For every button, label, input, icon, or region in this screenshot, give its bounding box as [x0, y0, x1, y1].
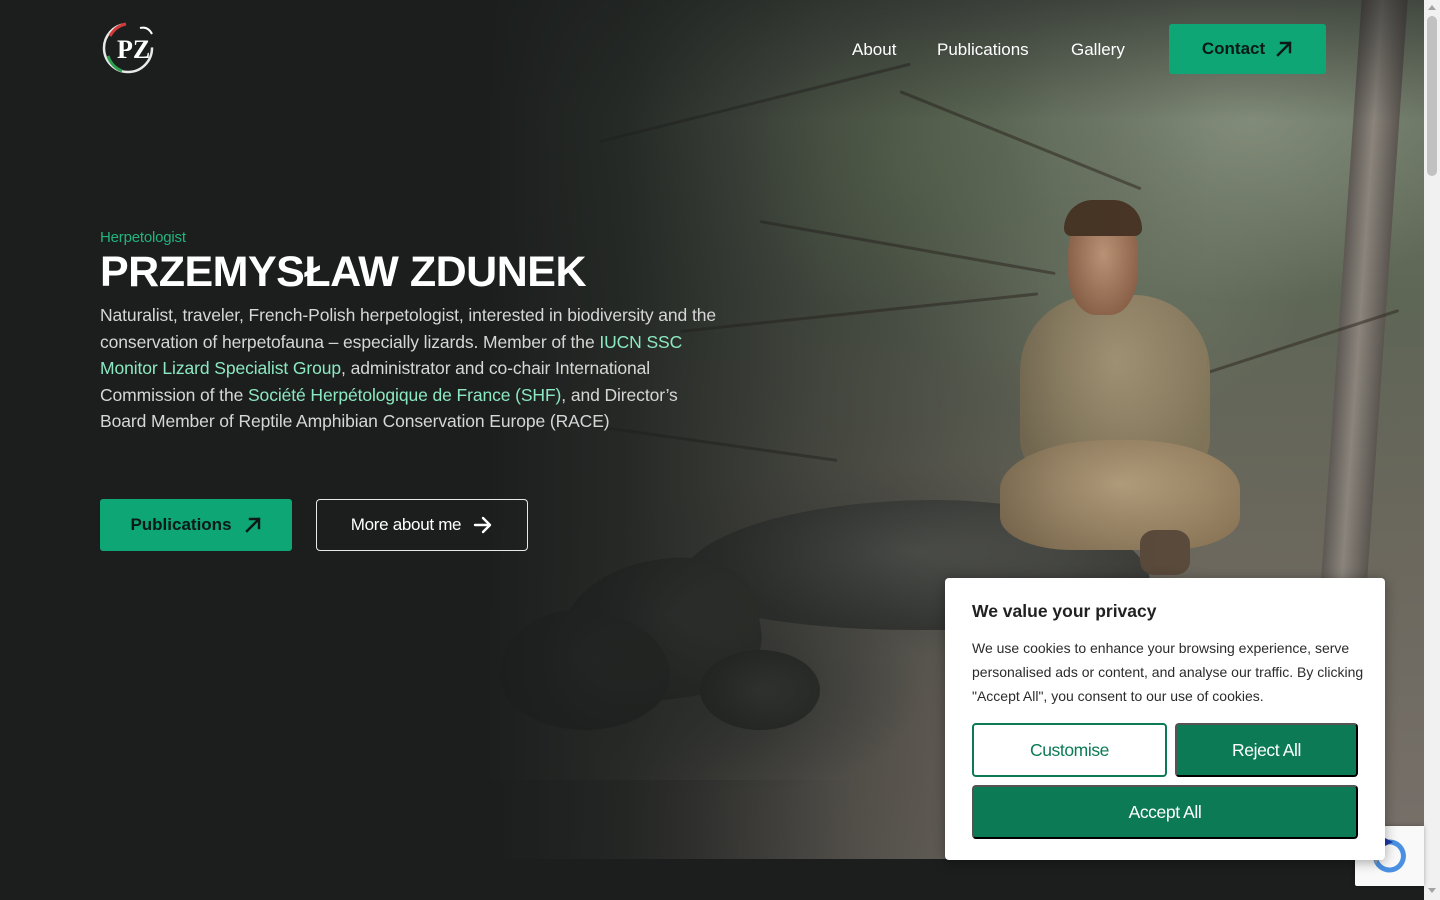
cookie-accept-all-button[interactable]: Accept All: [972, 785, 1358, 839]
publications-button[interactable]: Publications: [100, 499, 292, 551]
more-about-me-button[interactable]: More about me: [316, 499, 528, 551]
contact-button[interactable]: Contact: [1169, 24, 1326, 74]
hero-eyebrow: Herpetologist: [100, 229, 186, 246]
cookie-reject-all-button[interactable]: Reject All: [1175, 723, 1358, 777]
cookie-consent-banner: We value your privacy We use cookies to …: [945, 578, 1385, 860]
publications-button-label: Publications: [130, 515, 232, 534]
logo-letter-p: PZ: [117, 35, 150, 64]
more-about-me-label: More about me: [350, 515, 462, 534]
pz-logo-icon: PZ: [102, 22, 154, 74]
nav-about[interactable]: About: [852, 40, 896, 60]
shf-link[interactable]: Société Herpétologique de France (SHF): [248, 385, 561, 405]
cookie-title: We value your privacy: [972, 601, 1157, 621]
nav-gallery[interactable]: Gallery: [1071, 40, 1125, 60]
arrow-up-right-icon: [244, 517, 261, 533]
logo-link[interactable]: PZ: [100, 18, 156, 78]
cookie-body: We use cookies to enhance your browsing …: [972, 640, 1364, 704]
scroll-down-icon[interactable]: [1428, 888, 1436, 893]
arrow-up-right-icon: [1276, 41, 1292, 57]
cookie-customise-button[interactable]: Customise: [972, 723, 1167, 777]
scroll-up-icon[interactable]: [1428, 5, 1436, 10]
contact-label: Contact: [1201, 39, 1266, 58]
page-title: PRZEMYSŁAW ZDUNEK: [100, 248, 587, 296]
page-scrollbar[interactable]: [1424, 0, 1440, 900]
scrollbar-thumb[interactable]: [1427, 16, 1437, 176]
hero-intro: Naturalist, traveler, French-Polish herp…: [100, 302, 720, 435]
arrow-right-icon: [474, 516, 492, 534]
nav-publications[interactable]: Publications: [937, 40, 1029, 60]
